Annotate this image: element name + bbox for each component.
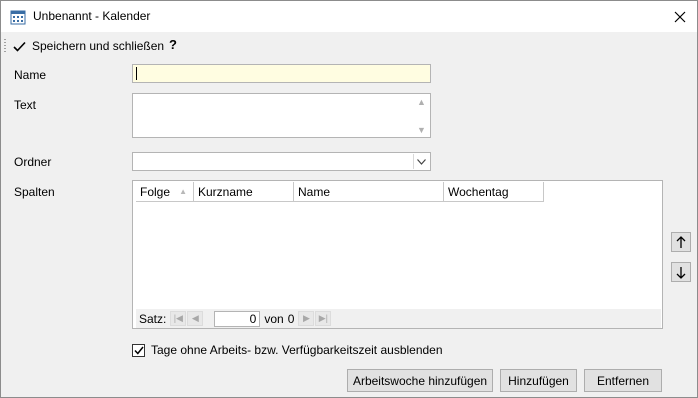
close-icon [674, 11, 686, 22]
scroll-up-icon[interactable]: ▲ [417, 97, 426, 107]
checkmark-icon [133, 346, 144, 355]
next-icon: ▶ [302, 313, 310, 323]
move-down-button[interactable] [671, 262, 691, 282]
columns-grid[interactable]: Folge ▲ Kurzname Name Wochentag Satz: |◀… [132, 180, 663, 329]
help-button[interactable]: ? [169, 37, 177, 52]
folder-dropdown[interactable] [132, 152, 431, 171]
text-label: Text [14, 98, 37, 112]
save-and-close-label: Speichern und schließen [32, 39, 165, 53]
chevron-down-icon [417, 158, 426, 165]
record-navigator: Satz: |◀ ◀ 0 von 0 ▶ ▶| [136, 309, 661, 328]
next-record-button[interactable]: ▶ [298, 311, 315, 326]
first-record-button[interactable]: |◀ [170, 311, 187, 326]
add-workweek-button[interactable]: Arbeitswoche hinzufügen [347, 369, 493, 392]
column-header-label: Wochentag [448, 185, 509, 199]
column-header-label: Name [298, 185, 331, 199]
first-icon: |◀ [173, 313, 183, 323]
record-label: Satz: [139, 311, 167, 326]
record-total: 0 [287, 311, 295, 326]
move-up-button[interactable] [671, 232, 691, 252]
text-area-scrollbar[interactable]: ▲ ▼ [414, 94, 430, 137]
arrow-up-icon [676, 235, 686, 248]
arrow-down-icon [676, 266, 686, 279]
toolbar-grip[interactable] [4, 39, 6, 53]
hide-days-label: Tage ohne Arbeits- bzw. Verfügbarkeitsze… [151, 343, 443, 357]
text-caret [136, 67, 137, 80]
column-header-label: Folge [140, 185, 171, 199]
window-title: Unbenannt - Kalender [33, 9, 151, 23]
name-label: Name [14, 68, 47, 82]
text-area[interactable]: ▲ ▼ [132, 93, 431, 138]
column-header-kurzname[interactable]: Kurzname [194, 182, 294, 202]
grid-header: Folge ▲ Kurzname Name Wochentag [136, 182, 544, 202]
hide-days-checkbox[interactable] [132, 343, 145, 357]
hide-days-checkbox-row[interactable]: Tage ohne Arbeits- bzw. Verfügbarkeitsze… [132, 343, 443, 357]
record-number-input[interactable]: 0 [214, 310, 261, 327]
scroll-down-icon[interactable]: ▼ [417, 125, 426, 135]
dropdown-button[interactable] [413, 154, 429, 169]
sort-ascending-icon: ▲ [179, 187, 187, 196]
last-record-button[interactable]: ▶| [315, 311, 332, 326]
column-header-name[interactable]: Name [294, 182, 444, 202]
checkmark-icon [13, 41, 26, 52]
columns-label: Spalten [14, 185, 55, 199]
column-header-folge[interactable]: Folge ▲ [136, 182, 194, 202]
calendar-icon [10, 10, 26, 25]
remove-button[interactable]: Entfernen [584, 369, 662, 392]
add-button[interactable]: Hinzufügen [500, 369, 577, 392]
of-label: von [264, 311, 284, 326]
name-input[interactable] [132, 64, 431, 83]
title-bar: Unbenannt - Kalender [1, 1, 697, 32]
save-and-close-button[interactable]: Speichern und schließen [13, 37, 164, 55]
toolbar: Speichern und schließen ? [1, 32, 697, 59]
previous-record-button[interactable]: ◀ [187, 311, 204, 326]
previous-icon: ◀ [191, 313, 199, 323]
calendar-dialog: Unbenannt - Kalender Speichern und schli… [0, 0, 698, 398]
column-header-wochentag[interactable]: Wochentag [444, 182, 544, 202]
close-button[interactable] [663, 1, 697, 32]
last-icon: ▶| [318, 313, 329, 323]
column-header-label: Kurzname [198, 185, 253, 199]
folder-label: Ordner [14, 155, 52, 169]
